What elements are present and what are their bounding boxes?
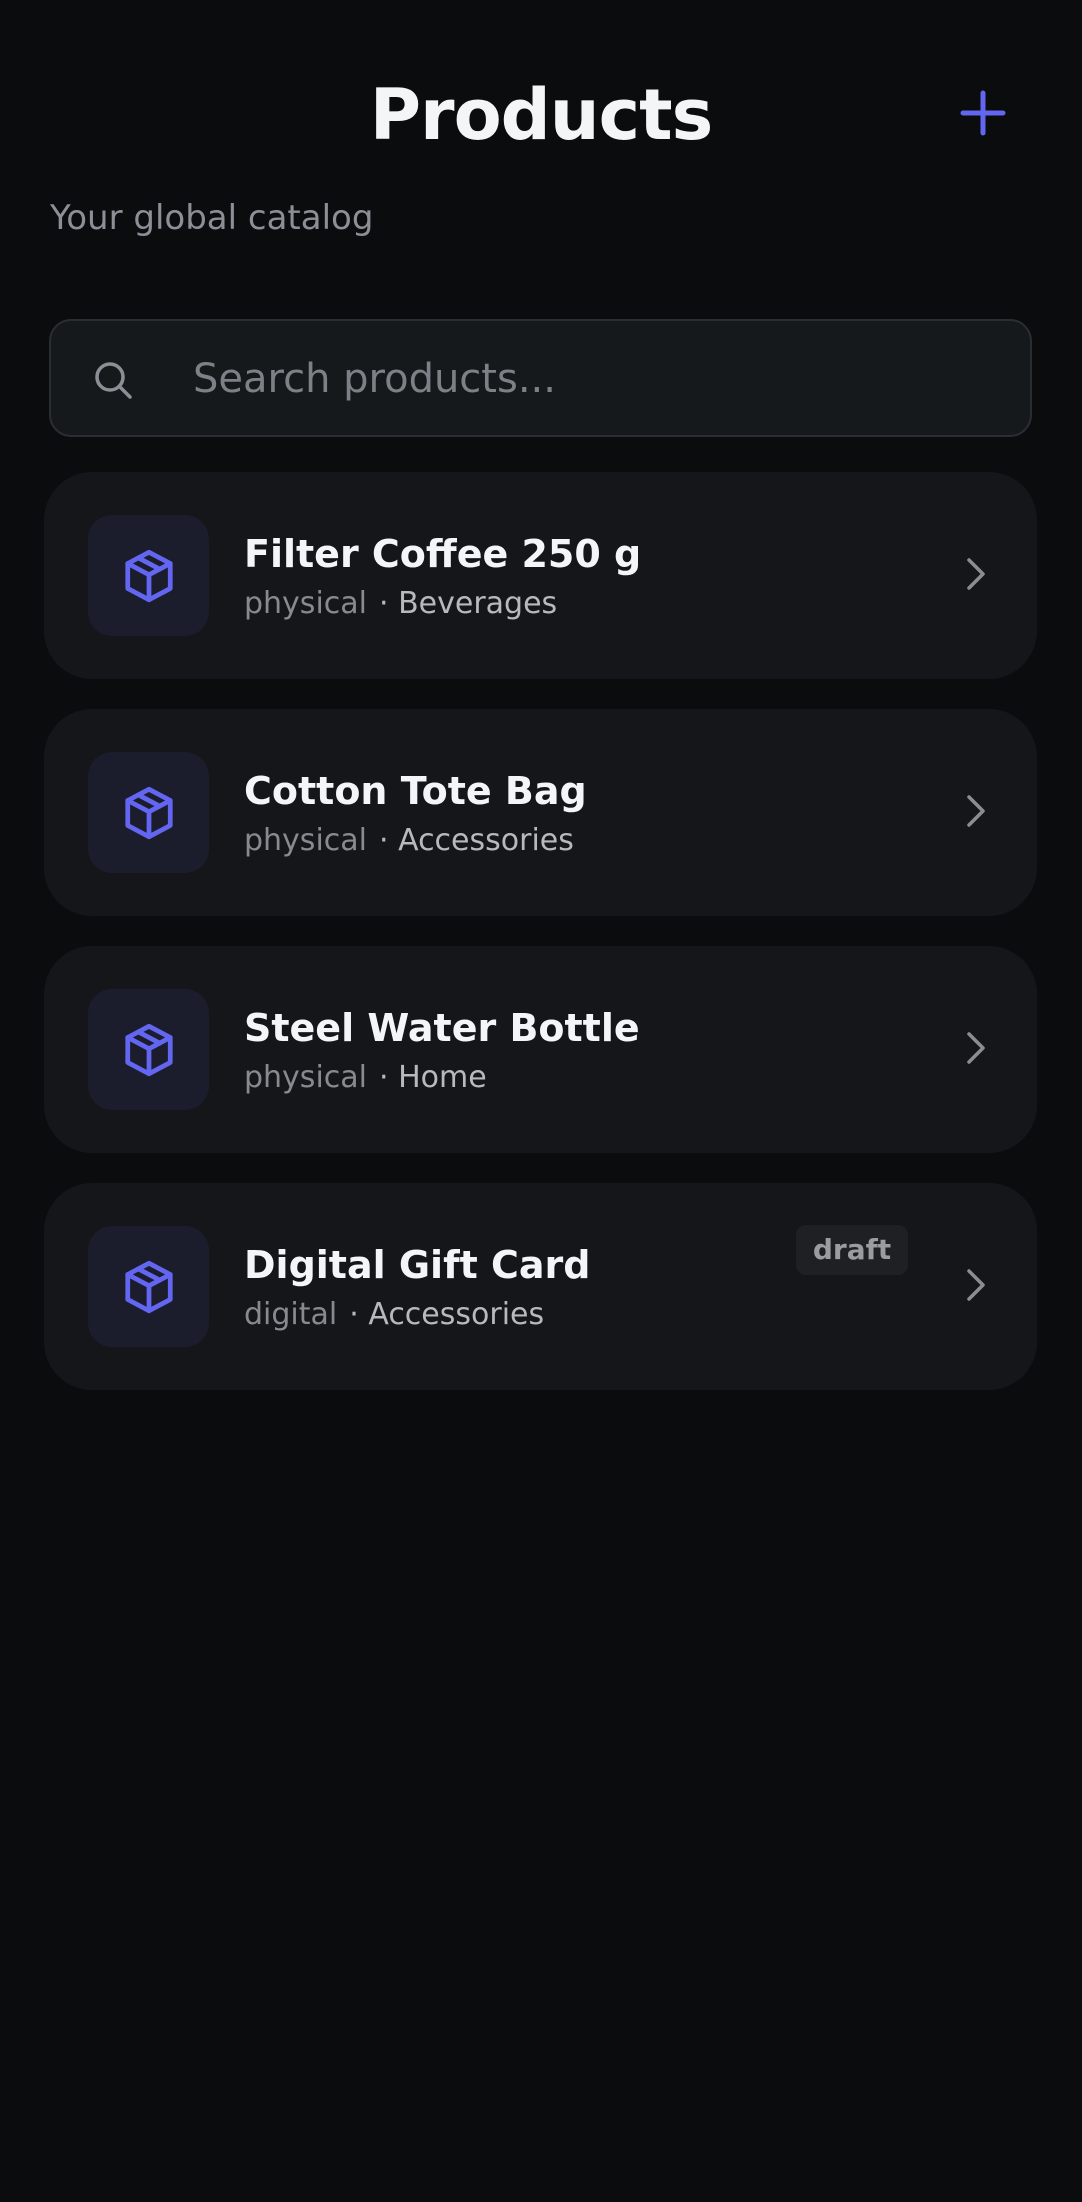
status-badge: draft [796,1225,908,1275]
box-icon [124,1260,173,1313]
product-category: · Home [379,1060,487,1095]
product-thumbnail [88,989,209,1110]
product-card[interactable]: Cotton Tote Bag physical · Accessories [44,709,1037,916]
chevron-right-icon [967,558,985,590]
product-category: · Accessories [379,823,574,858]
chevron-right-icon [967,1269,985,1301]
product-type: physical [244,823,367,858]
product-meta: physical · Beverages [244,584,557,624]
product-name: Digital Gift Card [244,1243,591,1287]
product-card[interactable]: Filter Coffee 250 g physical · Beverages [44,472,1037,679]
product-meta: physical · Home [244,1058,487,1098]
product-name: Cotton Tote Bag [244,769,587,813]
product-type: physical [244,1060,367,1095]
product-name: Filter Coffee 250 g [244,532,642,576]
add-product-button[interactable] [952,82,1014,144]
search-icon [95,362,132,399]
product-card[interactable]: Digital Gift Card digital · Accessories d… [44,1183,1037,1390]
chevron-right-icon [967,795,985,827]
product-category: · Beverages [379,586,558,621]
plus-icon [960,90,1006,136]
product-meta: physical · Accessories [244,821,574,861]
product-card[interactable]: Steel Water Bottle physical · Home [44,946,1037,1153]
page-header: Products Your global catalog [0,0,1082,238]
product-category: · Accessories [349,1297,545,1332]
product-name: Steel Water Bottle [244,1006,640,1050]
product-type: digital [244,1297,338,1332]
product-meta: digital · Accessories [244,1295,544,1335]
page-title: Products [369,74,713,156]
search-input[interactable] [193,343,993,415]
chevron-right-icon [967,1032,985,1064]
search-bar[interactable] [49,319,1032,437]
product-list: Filter Coffee 250 g physical · Beverages … [44,472,1037,1420]
box-icon [124,549,173,602]
product-thumbnail [88,515,209,636]
product-thumbnail [88,752,209,873]
product-type: physical [244,586,367,621]
page-subtitle: Your global catalog [50,198,374,238]
box-icon [124,786,173,839]
product-thumbnail [88,1226,209,1347]
box-icon [124,1023,173,1076]
